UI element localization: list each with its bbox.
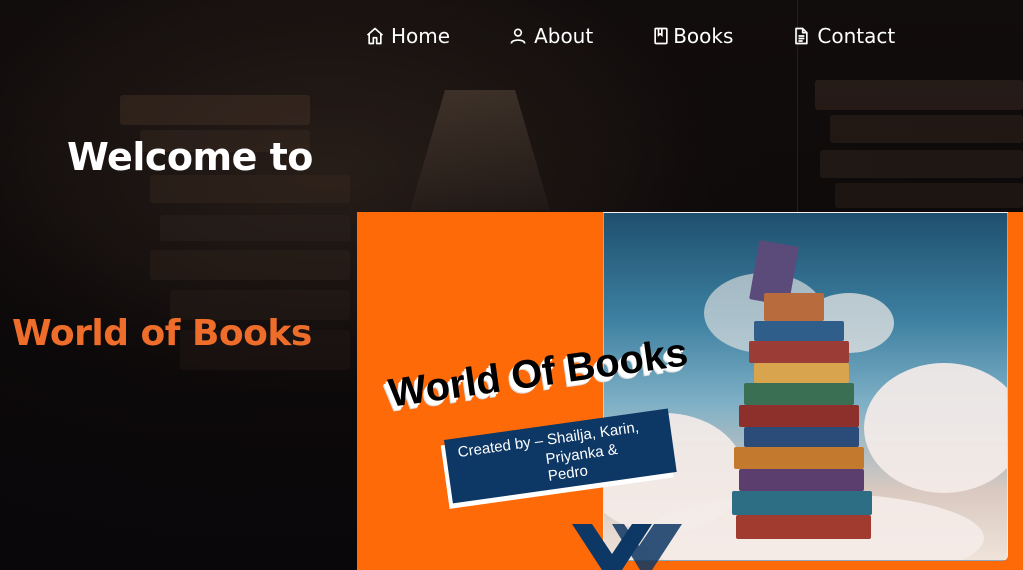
- book-tower-image: [603, 212, 1008, 561]
- nav-about-label: About: [534, 24, 594, 48]
- hero-banner: World Of Books Created by – Shailja, Kar…: [357, 212, 1023, 570]
- welcome-heading: Welcome to: [67, 135, 313, 179]
- chevron-logo-icon: [572, 524, 682, 570]
- user-icon: [510, 28, 526, 44]
- nav-contact-link[interactable]: Contact: [791, 24, 895, 48]
- nav-books-label: Books: [673, 24, 734, 48]
- nav-contact-label: Contact: [817, 24, 896, 48]
- document-icon: [795, 27, 809, 45]
- book-icon: [654, 27, 668, 45]
- nav-home-link[interactable]: Home: [365, 24, 450, 48]
- main-nav: Home About Books Contact: [365, 20, 895, 52]
- home-icon: [366, 27, 384, 45]
- nav-books-link[interactable]: Books: [651, 24, 733, 48]
- nav-about-link[interactable]: About: [508, 24, 593, 48]
- nav-home-label: Home: [391, 24, 451, 48]
- brand-heading: World of Books: [12, 313, 312, 354]
